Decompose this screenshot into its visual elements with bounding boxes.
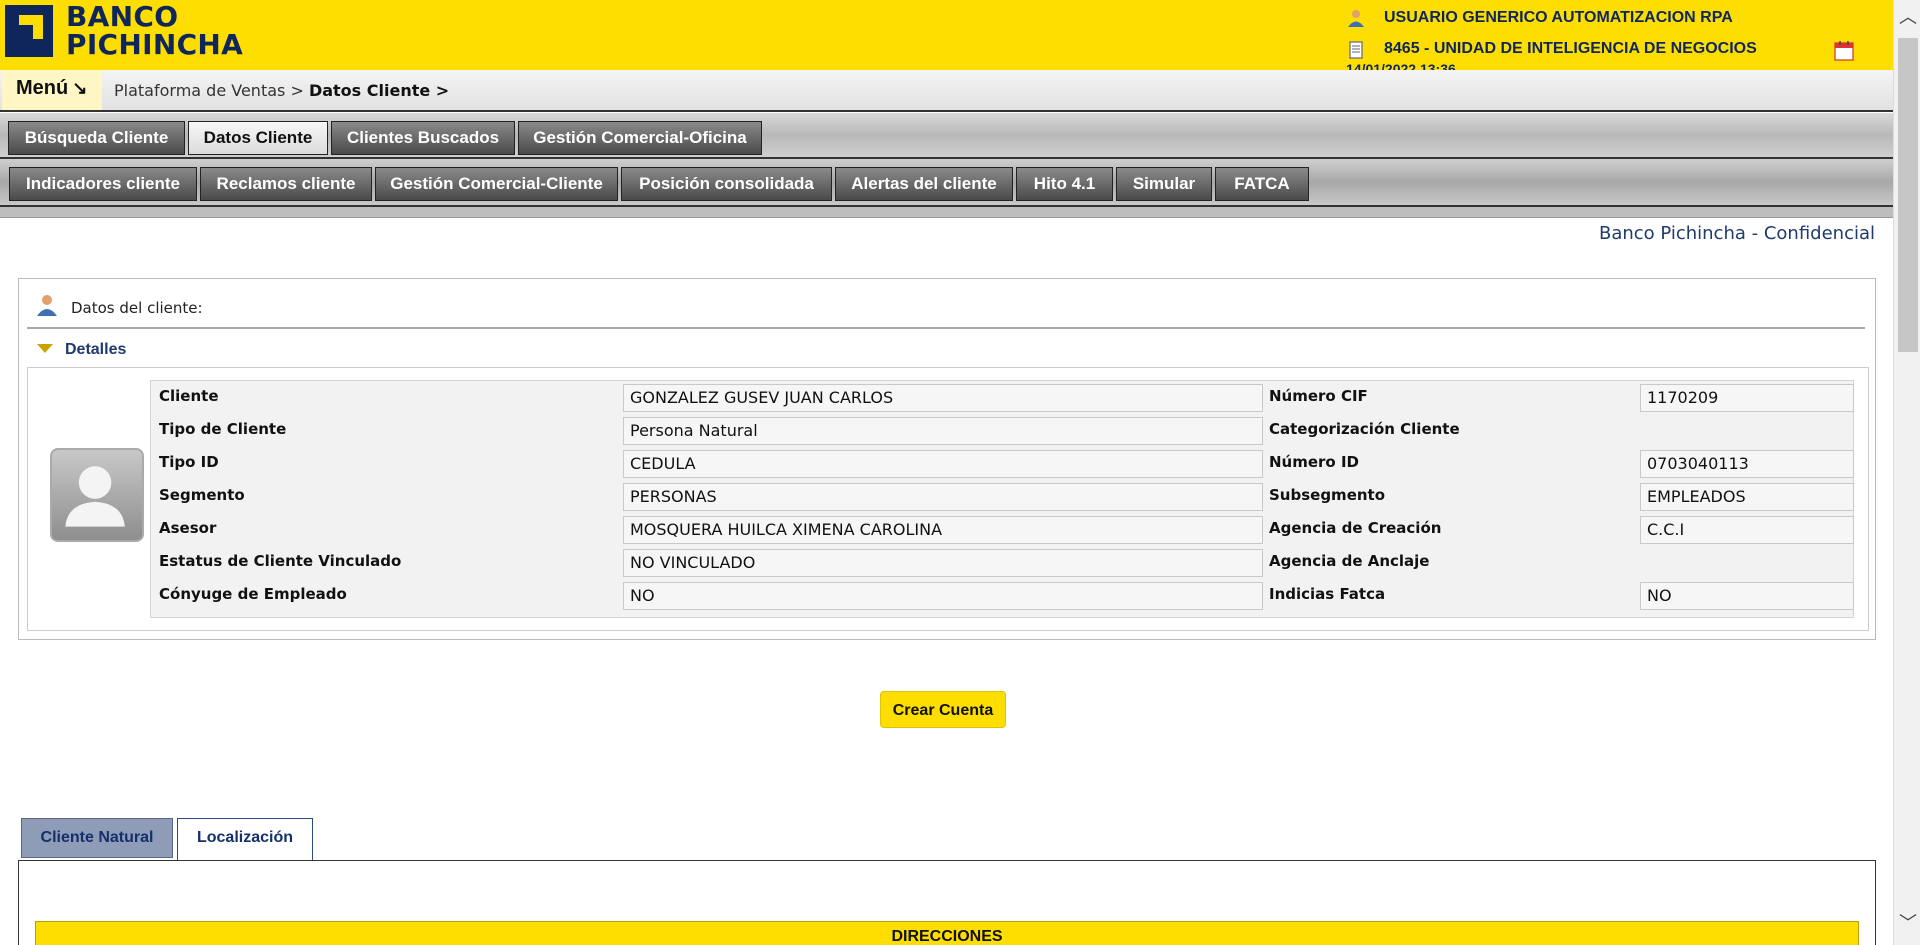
tab-localizacion[interactable]: Localización	[177, 818, 313, 861]
tab-indicadores-cliente[interactable]: Indicadores cliente	[9, 167, 197, 201]
client-data-panel: Datos del cliente: Detalles Cliente GONZ…	[18, 278, 1876, 640]
calendar-icon[interactable]	[1833, 40, 1855, 62]
client-avatar	[50, 448, 144, 542]
client-icon	[37, 295, 57, 316]
detail-row: Tipo de Cliente Persona Natural Categori…	[151, 414, 1853, 447]
tab-datos-cliente[interactable]: Datos Cliente	[188, 121, 328, 155]
field-value-indicias-fatca[interactable]: NO	[1640, 582, 1854, 610]
field-value-conyuge-empleado[interactable]: NO	[623, 582, 1263, 610]
scrollbar-thumb[interactable]	[1898, 38, 1918, 352]
detail-row: Segmento PERSONAS Subsegmento EMPLEADOS	[151, 480, 1854, 513]
tab-fatca[interactable]: FATCA	[1215, 167, 1309, 201]
tab-alertas-del-cliente[interactable]: Alertas del cliente	[835, 167, 1013, 201]
tab-posicion-consolidada[interactable]: Posición consolidada	[621, 167, 832, 201]
field-value-agencia-creacion[interactable]: C.C.I	[1640, 516, 1854, 544]
field-value-estatus-vinculado[interactable]: NO VINCULADO	[623, 549, 1263, 577]
details-box: Cliente GONZALEZ GUSEV JUAN CARLOS Númer…	[27, 367, 1869, 631]
field-value-cliente[interactable]: GONZALEZ GUSEV JUAN CARLOS	[623, 384, 1263, 412]
panel-divider	[27, 327, 1865, 329]
confidential-label: Banco Pichincha - Confidencial	[1598, 223, 1875, 244]
field-value-tipo-id[interactable]: CEDULA	[623, 450, 1263, 478]
direcciones-header: DIRECCIONES	[35, 921, 1859, 945]
tab-simular[interactable]: Simular	[1116, 167, 1212, 201]
field-value-segmento[interactable]: PERSONAS	[623, 483, 1263, 511]
tab-hito-4-1[interactable]: Hito 4.1	[1016, 167, 1113, 201]
field-value-tipo-cliente[interactable]: Persona Natural	[623, 417, 1263, 445]
field-value-subsegmento[interactable]: EMPLEADOS	[1640, 483, 1854, 511]
field-value-numero-id[interactable]: 0703040113	[1640, 450, 1854, 478]
person-silhouette-icon	[65, 466, 125, 527]
breadcrumb-prefix[interactable]: Plataforma de Ventas >	[114, 81, 304, 100]
field-label-tipo-cliente: Tipo de Cliente	[159, 420, 287, 438]
field-label-subsegmento: Subsegmento	[1269, 486, 1386, 504]
bank-logo-text: BANCO PICHINCHA	[66, 3, 243, 59]
detalles-label: Detalles	[65, 341, 127, 358]
session-datetime: 14/01/2022 13:36	[1346, 61, 1456, 70]
detail-row: Estatus de Cliente Vinculado NO VINCULAD…	[151, 546, 1853, 579]
field-label-conyuge-empleado: Cónyuge de Empleado	[159, 585, 347, 603]
main-tab-bar: Búsqueda Cliente Datos Cliente Clientes …	[0, 113, 1893, 159]
user-icon	[1348, 10, 1364, 27]
field-label-estatus-vinculado: Estatus de Cliente Vinculado	[159, 552, 402, 570]
bank-logo-icon	[5, 5, 53, 57]
tab-reclamos-cliente[interactable]: Reclamos cliente	[200, 167, 372, 201]
sub-tab-strip	[0, 207, 1893, 218]
client-details-grid: Cliente GONZALEZ GUSEV JUAN CARLOS Númer…	[150, 380, 1854, 618]
page: BANCO PICHINCHA USUARIO GENERICO AUTOMAT…	[0, 0, 1893, 945]
scroll-down-icon[interactable]: ﹀	[1898, 912, 1918, 936]
breadcrumb: Plataforma de Ventas > Datos Cliente >	[114, 81, 449, 100]
sub-tab-bar: Indicadores cliente Reclamos cliente Ges…	[0, 159, 1893, 207]
field-value-numero-cif[interactable]: 1170209	[1640, 384, 1854, 412]
field-label-tipo-id: Tipo ID	[159, 453, 219, 471]
tab-busqueda-cliente[interactable]: Búsqueda Cliente	[8, 121, 185, 155]
field-label-agencia-creacion: Agencia de Creación	[1269, 519, 1442, 537]
field-label-cliente: Cliente	[159, 387, 219, 405]
field-label-asesor: Asesor	[159, 519, 217, 537]
logo-line-1: BANCO	[66, 0, 179, 33]
header-bar: BANCO PICHINCHA USUARIO GENERICO AUTOMAT…	[0, 0, 1893, 70]
detail-row: Asesor MOSQUERA HUILCA XIMENA CAROLINA A…	[151, 513, 1854, 546]
field-value-asesor[interactable]: MOSQUERA HUILCA XIMENA CAROLINA	[623, 516, 1263, 544]
detail-row: Tipo ID CEDULA Número ID 0703040113	[151, 447, 1854, 480]
field-label-segmento: Segmento	[159, 486, 245, 504]
panel-title: Datos del cliente:	[71, 299, 203, 317]
breadcrumb-current: Datos Cliente >	[308, 81, 450, 100]
tab-gestion-comercial-cliente[interactable]: Gestión Comercial-Cliente	[375, 167, 618, 201]
tab-cliente-natural[interactable]: Cliente Natural	[21, 818, 173, 858]
arrow-down-right-icon: ↘	[72, 78, 88, 98]
logo-line-2: PICHINCHA	[66, 28, 244, 61]
crear-cuenta-button[interactable]: Crear Cuenta	[880, 691, 1006, 728]
unit-name: 8465 - UNIDAD DE INTELIGENCIA DE NEGOCIO…	[1384, 40, 1757, 57]
triangle-down-icon	[37, 344, 53, 353]
field-label-categorizacion: Categorización Cliente	[1269, 420, 1460, 438]
field-label-numero-cif: Número CIF	[1269, 387, 1368, 405]
field-label-indicias-fatca: Indicias Fatca	[1269, 585, 1386, 603]
menu-label: Menú	[16, 77, 69, 99]
detail-row: Cliente GONZALEZ GUSEV JUAN CARLOS Númer…	[151, 381, 1854, 414]
detalles-toggle[interactable]: Detalles	[37, 341, 126, 359]
tab-clientes-buscados[interactable]: Clientes Buscados	[331, 121, 515, 155]
page-scrollbar[interactable]: ︿ ﹀	[1893, 0, 1920, 945]
detail-row: Cónyuge de Empleado NO Indicias Fatca NO	[151, 579, 1854, 612]
menu-button[interactable]: Menú ↘	[2, 70, 102, 110]
tab-gestion-comercial-oficina[interactable]: Gestión Comercial-Oficina	[518, 121, 762, 155]
breadcrumb-bar: Menú ↘ Plataforma de Ventas > Datos Clien…	[0, 70, 1893, 112]
field-label-numero-id: Número ID	[1269, 453, 1359, 471]
scroll-up-icon[interactable]: ︿	[1898, 6, 1918, 30]
document-icon	[1349, 41, 1363, 59]
user-name: USUARIO GENERICO AUTOMATIZACION RPA	[1384, 9, 1733, 26]
field-label-agencia-anclaje: Agencia de Anclaje	[1269, 552, 1430, 570]
localizacion-panel: DIRECCIONES	[18, 860, 1876, 945]
